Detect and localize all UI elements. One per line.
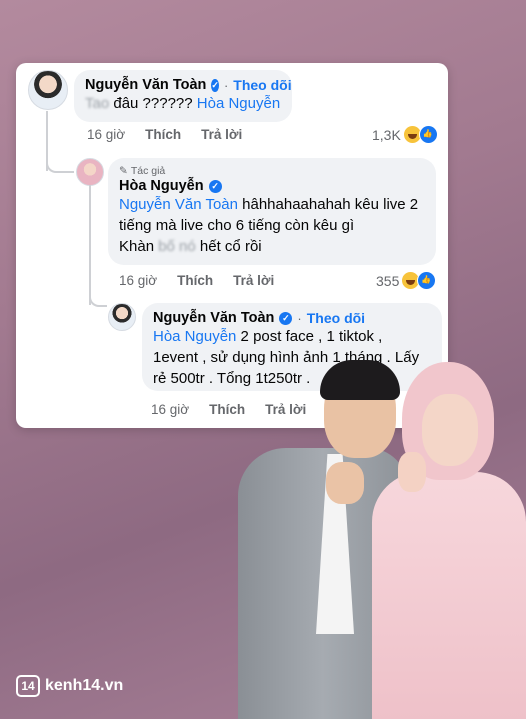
- couple-photo: [212, 352, 526, 719]
- comment-text-body: đâu ??????: [109, 95, 197, 112]
- woman-peace-sign: [398, 452, 426, 492]
- comment-author[interactable]: Nguyễn Văn Toàn: [85, 77, 206, 93]
- verified-badge-icon: ✓: [211, 78, 219, 92]
- reply-button[interactable]: Trả lời: [233, 273, 274, 288]
- follow-button[interactable]: Theo dõi: [307, 310, 365, 326]
- comment-text-line: tiếng mà live cho 6 tiếng còn kêu gì: [119, 217, 355, 234]
- like-icon: [418, 125, 438, 144]
- blurred-word: bố nó: [158, 238, 196, 255]
- watermark-text: kenh14.vn: [45, 677, 124, 694]
- comment-text: Tao đâu ?????? Hòa Nguyễn: [85, 93, 281, 114]
- comment-actions: 16 giờ Thích Trả lời: [87, 127, 242, 142]
- comment-actions: 16 giờ Thích Trả lời: [119, 273, 274, 288]
- avatar-nguyen-van-toan[interactable]: [28, 70, 68, 110]
- separator-dot: ·: [297, 310, 302, 326]
- woman-face: [422, 394, 478, 466]
- comment-text-line: Khàn: [119, 238, 159, 255]
- like-button[interactable]: Thích: [145, 127, 181, 142]
- woman-dress: [372, 472, 526, 719]
- comment-author[interactable]: Nguyễn Văn Toàn: [153, 310, 274, 326]
- comment-time: 16 giờ: [151, 402, 190, 417]
- thread-connector: [89, 289, 107, 307]
- separator-dot: ·: [223, 77, 229, 93]
- verified-badge-icon: ✓: [279, 311, 293, 325]
- kenh14-logo-icon: 14: [16, 675, 40, 697]
- comment-text-line: hâhhahaahahah kêu live 2: [237, 196, 419, 213]
- comment-time: 16 giờ: [87, 127, 126, 142]
- avatar-hoa-nguyen[interactable]: [76, 158, 104, 186]
- mention-link[interactable]: Hòa Nguyễn: [153, 328, 236, 345]
- comment-text: Nguyễn Văn Toàn hâhhahaahahah kêu live 2…: [119, 194, 425, 257]
- blurred-word: Tao: [85, 95, 110, 112]
- man-hair: [320, 360, 400, 400]
- reaction-summary[interactable]: 355: [376, 271, 437, 290]
- kenh14-watermark: 14 kenh14.vn: [16, 675, 123, 697]
- comment-bubble-2: ✎ Tác giả Hòa Nguyễn ✓ Nguyễn Văn Toàn h…: [108, 158, 436, 265]
- mention-link[interactable]: Nguyễn Văn Toàn: [119, 196, 238, 213]
- comment-author[interactable]: Hòa Nguyễn: [119, 178, 204, 194]
- pencil-icon: ✎: [119, 165, 128, 177]
- mention-link[interactable]: Hòa Nguyễn: [197, 95, 280, 112]
- like-button[interactable]: Thích: [177, 273, 213, 288]
- comment-text-line: hết cổ rồi: [195, 238, 262, 255]
- reaction-count: 1,3K: [372, 126, 401, 143]
- comment-text-line: 2 post face , 1 tiktok ,: [236, 328, 383, 345]
- reaction-summary[interactable]: 1,3K: [372, 125, 438, 144]
- like-icon: [417, 271, 437, 290]
- reaction-count: 355: [376, 272, 400, 289]
- comment-bubble-1: Nguyễn Văn Toàn ✓ · Theo dõi Tao đâu ???…: [74, 70, 292, 122]
- comment-time: 16 giờ: [119, 273, 158, 288]
- avatar-nguyen-van-toan[interactable]: [108, 303, 136, 331]
- follow-button[interactable]: Theo dõi: [233, 77, 291, 93]
- thread-connector: [46, 157, 74, 173]
- author-tag: ✎ Tác giả: [119, 165, 425, 177]
- man-peace-sign: [326, 462, 364, 504]
- reply-button[interactable]: Trả lời: [201, 127, 242, 142]
- thread-line: [89, 185, 91, 305]
- verified-badge-icon: ✓: [208, 179, 222, 193]
- author-tag-label: Tác giả: [130, 165, 166, 177]
